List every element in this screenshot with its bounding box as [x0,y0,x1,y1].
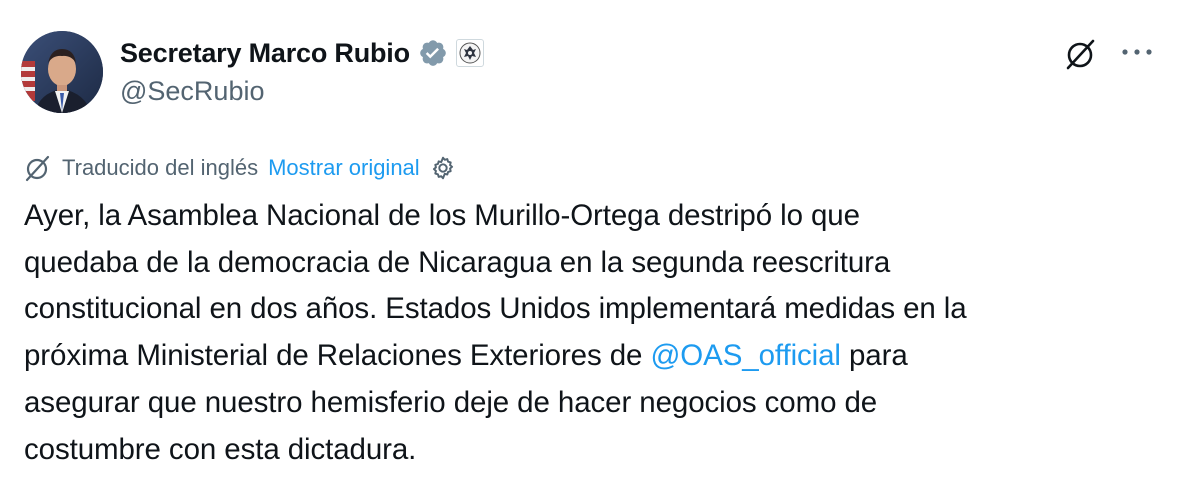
author-handle[interactable]: @SecRubio [120,76,264,107]
tweet-text-line: constitucional en dos años. Estados Unid… [24,292,967,326]
grok-icon[interactable] [1062,36,1098,72]
tweet-text-line: asegurar que nuestro hemisferio deje de … [24,385,878,419]
tweet-text-segment: para [840,339,908,373]
author-display-name[interactable]: Secretary Marco Rubio [120,38,410,69]
tweet-card: Secretary Marco Rubio @SecRubio Traducid… [0,0,1192,504]
author-name-row: Secretary Marco Rubio [120,34,484,72]
translation-row: Traducido del inglés Mostrar original [22,152,456,184]
tweet-text-segment: próxima Ministerial de Relaciones Exteri… [24,339,651,373]
state-department-seal-icon[interactable] [455,39,484,67]
translated-from-label: Traducido del inglés [62,155,259,180]
translate-icon [25,155,50,182]
show-original-link[interactable]: Mostrar original [268,155,420,181]
settings-gear-icon[interactable] [430,155,456,181]
mention-link-oas[interactable]: @OAS_official [650,339,841,372]
tweet-text-line: Ayer, la Asamblea Nacional de los Murill… [24,199,860,232]
tweet-text-line: costumbre con esta dictadura. [24,432,417,466]
more-options-icon[interactable] [1120,46,1154,58]
tweet-text-line: quedaba de la democracia de Nicaragua en… [24,245,891,279]
avatar[interactable] [21,31,103,113]
tweet-text: Ayer, la Asamblea Nacional de los Murill… [24,193,1174,473]
tweet-text-line: próxima Ministerial de Relaciones Exteri… [24,333,1174,380]
verified-badge-icon[interactable] [418,38,448,68]
